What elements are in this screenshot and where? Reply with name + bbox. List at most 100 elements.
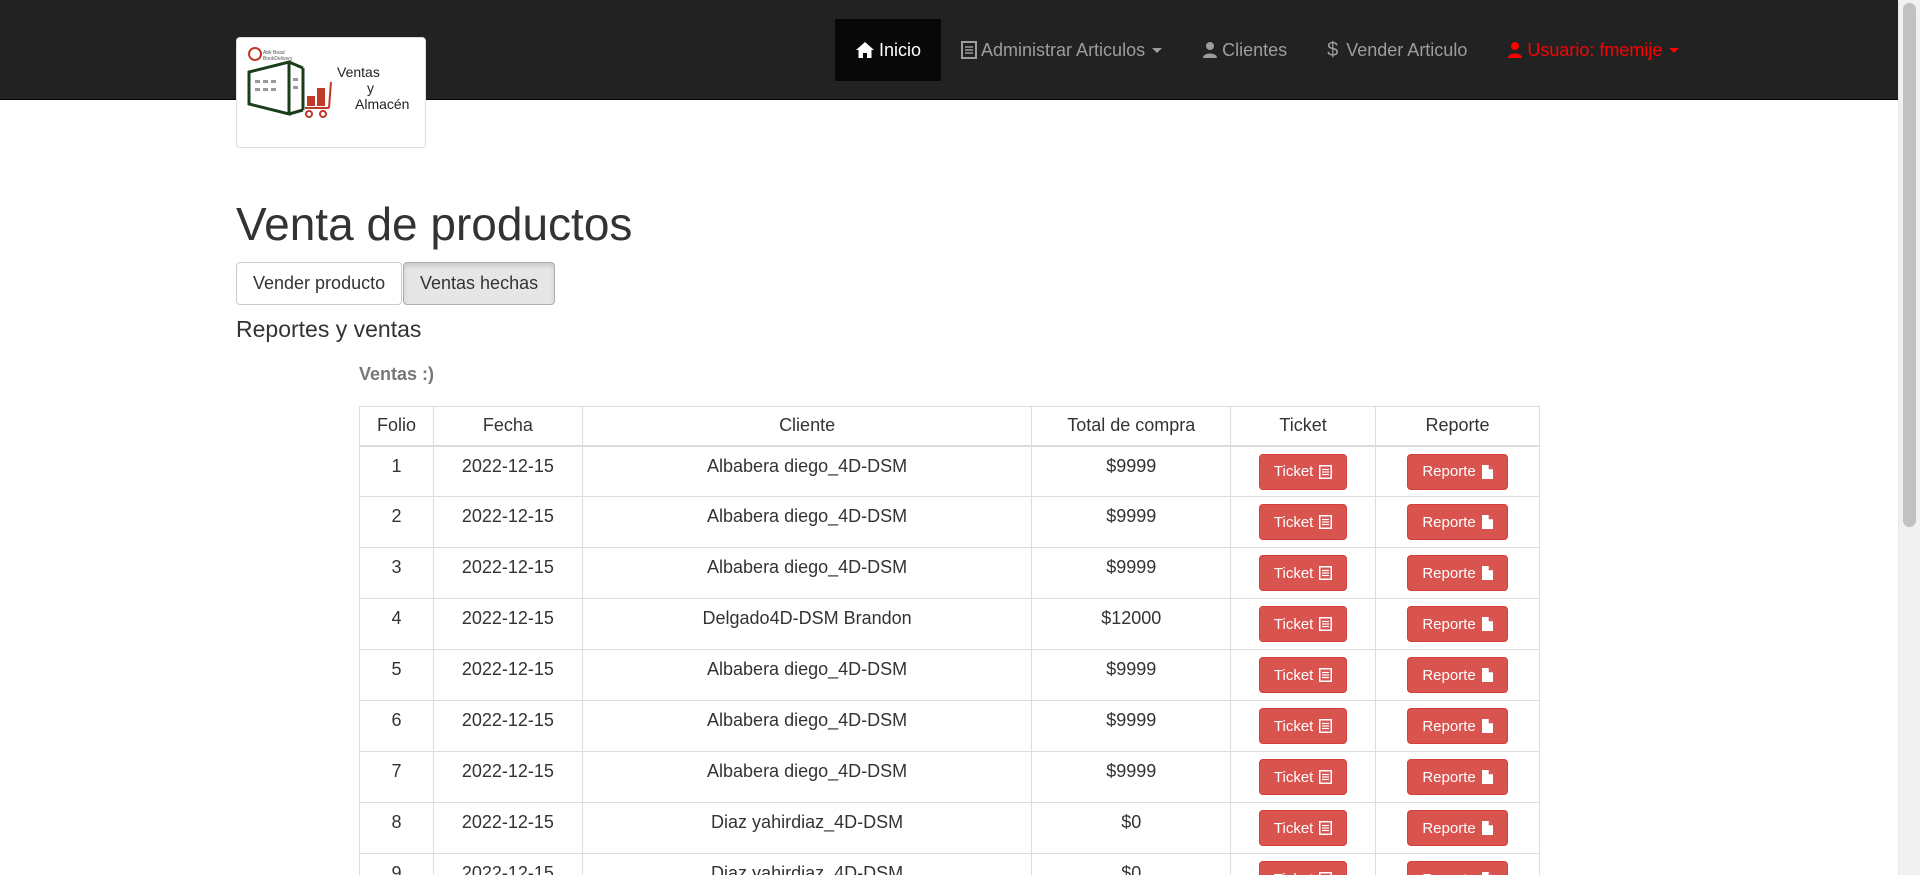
- nav-item-vender[interactable]: $ Vender Articulo: [1307, 19, 1487, 81]
- reporte-button[interactable]: Reporte: [1407, 555, 1508, 591]
- nav-item-clientes[interactable]: Clientes: [1182, 19, 1307, 81]
- section-subtitle: Reportes y ventas: [236, 316, 422, 342]
- ticket-button[interactable]: Ticket: [1258, 708, 1348, 744]
- fecha-cell: 2022-12-15: [432, 700, 583, 752]
- list-alt-icon: [1319, 770, 1333, 784]
- file-icon: [1481, 617, 1493, 631]
- total-cell: $9999: [1031, 751, 1232, 803]
- column-header: Folio: [359, 406, 434, 447]
- list-alt-icon: [1319, 668, 1333, 682]
- folio-cell: 2: [359, 496, 434, 548]
- reporte-cell: Reporte: [1375, 598, 1540, 650]
- table-row: 5 2022-12-15 Albabera diego_4D-DSM $9999 Tic…: [359, 649, 1540, 701]
- ticket-cell: Ticket: [1230, 802, 1377, 854]
- ticket-button-label: Ticket: [1273, 819, 1314, 837]
- page-title: Venta de productos: [236, 198, 633, 250]
- table-header-row: Folio Fecha Cliente Total de compra Tick…: [359, 406, 1540, 447]
- reporte-button[interactable]: Reporte: [1407, 606, 1508, 642]
- fecha-cell: 2022-12-15: [432, 598, 583, 650]
- ventas-hechas-button[interactable]: Ventas hechas: [403, 262, 556, 305]
- total-cell: $12000: [1031, 598, 1232, 650]
- caret-down-icon: [1669, 47, 1680, 53]
- reporte-button[interactable]: Reporte: [1407, 708, 1508, 744]
- table-row: 6 2022-12-15 Albabera diego_4D-DSM $9999 Tic…: [359, 700, 1540, 752]
- scrollbar-thumb[interactable]: [1903, 3, 1916, 527]
- ticket-button-label: Ticket: [1273, 615, 1314, 633]
- vertical-scrollbar[interactable]: [1898, 0, 1920, 875]
- reporte-button[interactable]: Reporte: [1407, 759, 1508, 795]
- nav-item-usuario[interactable]: Usuario: fmemije: [1487, 19, 1699, 81]
- cliente-cell: Albabera diego_4D-DSM: [581, 547, 1033, 599]
- list-alt-icon: [1319, 719, 1333, 733]
- fecha-cell: 2022-12-15: [432, 649, 583, 701]
- folio-cell: 3: [359, 547, 434, 599]
- ticket-cell: Ticket: [1230, 445, 1377, 497]
- fecha-cell: 2022-12-15: [432, 751, 583, 803]
- list-alt-icon: [1319, 821, 1333, 835]
- ticket-button[interactable]: Ticket: [1258, 453, 1348, 490]
- folio-cell: 1: [359, 445, 434, 497]
- ticket-button[interactable]: Ticket: [1258, 759, 1348, 795]
- total-cell: $9999: [1031, 649, 1232, 701]
- table-row: 7 2022-12-15 Albabera diego_4D-DSM $9999 Tic…: [359, 751, 1540, 803]
- ticket-button-label: Ticket: [1273, 564, 1314, 582]
- folio-cell: 9: [359, 853, 434, 875]
- nav-item-inicio[interactable]: Inicio: [835, 19, 942, 81]
- folio-cell: 4: [359, 598, 434, 650]
- reporte-button[interactable]: Reporte: [1407, 453, 1508, 490]
- reporte-button-label: Reporte: [1422, 513, 1476, 531]
- reporte-cell: Reporte: [1375, 445, 1540, 497]
- ticket-button[interactable]: Ticket: [1258, 810, 1348, 846]
- table-row: 92022-12-15Diaz yahirdiaz_4D-DSM$0 Ticket…: [359, 853, 1540, 875]
- cliente-cell: Albabera diego_4D-DSM: [581, 649, 1033, 701]
- table-body: 1 2022-12-15 Albabera diego_4D-DSM $9999 Tic…: [359, 445, 1540, 875]
- reporte-button[interactable]: Reporte: [1407, 504, 1508, 540]
- cliente-cell: Albabera diego_4D-DSM: [581, 751, 1033, 803]
- reporte-button-label: Reporte: [1422, 615, 1476, 633]
- dollar-icon: $: [1327, 38, 1339, 61]
- brand-logo[interactable]: Abk Bead BookDelivery Ventas y Almacén: [236, 37, 426, 148]
- cliente-cell: Diaz yahirdiaz_4D-DSM: [581, 802, 1033, 854]
- total-cell: $9999: [1031, 700, 1232, 752]
- file-icon: [1481, 770, 1493, 784]
- nav-item-label: Administrar Articulos: [981, 39, 1146, 60]
- list-alt-icon: [1319, 566, 1333, 580]
- file-icon: [1481, 821, 1493, 835]
- fecha-cell: 2022-12-15: [432, 802, 583, 854]
- ticket-button-label: Ticket: [1273, 768, 1314, 786]
- ticket-button[interactable]: Ticket: [1258, 657, 1348, 693]
- cliente-cell: Delgado4D-DSM Brandon: [581, 598, 1033, 650]
- reporte-button[interactable]: Reporte: [1407, 810, 1508, 846]
- reporte-button-label: Reporte: [1422, 819, 1476, 837]
- ticket-button[interactable]: Ticket: [1258, 504, 1348, 540]
- nav-item-label: Inicio: [879, 39, 922, 60]
- ticket-button[interactable]: Ticket: [1258, 555, 1348, 591]
- total-cell: $9999: [1031, 496, 1232, 548]
- folio-cell: 6: [359, 700, 434, 752]
- column-header: Cliente: [581, 406, 1033, 447]
- table-caption: Ventas :): [359, 364, 435, 384]
- user-icon: [1202, 41, 1218, 59]
- fecha-cell: 2022-12-15: [432, 547, 583, 599]
- column-header: Total de compra: [1031, 406, 1232, 447]
- vender-producto-button[interactable]: Vender producto: [236, 262, 403, 305]
- table-row: 4 2022-12-15 Delgado4D-DSM Brandon $12000 Ti…: [359, 598, 1540, 650]
- nav-item-administrar[interactable]: Administrar Articulos: [941, 19, 1182, 81]
- reporte-button[interactable]: Reporte: [1407, 861, 1508, 875]
- table-row: 3 2022-12-15 Albabera diego_4D-DSM $9999 Tic…: [359, 547, 1540, 599]
- file-icon: [1481, 464, 1493, 479]
- nav-item-label: Vender Articulo: [1346, 39, 1468, 60]
- column-header: Fecha: [432, 406, 583, 447]
- fecha-cell: 2022-12-15: [432, 496, 583, 548]
- reporte-button-label: Reporte: [1422, 564, 1476, 582]
- list-alt-icon: [1319, 617, 1333, 631]
- ticket-button-label: Ticket: [1273, 666, 1314, 684]
- total-cell: $9999: [1031, 445, 1232, 497]
- file-icon: [1481, 719, 1493, 733]
- reporte-cell: Reporte: [1375, 649, 1540, 701]
- reporte-button[interactable]: Reporte: [1407, 657, 1508, 693]
- ticket-button[interactable]: Ticket: [1258, 861, 1348, 875]
- list-alt-icon: [1319, 464, 1333, 479]
- reporte-button-label: Reporte: [1422, 666, 1476, 684]
- ticket-button[interactable]: Ticket: [1258, 606, 1348, 642]
